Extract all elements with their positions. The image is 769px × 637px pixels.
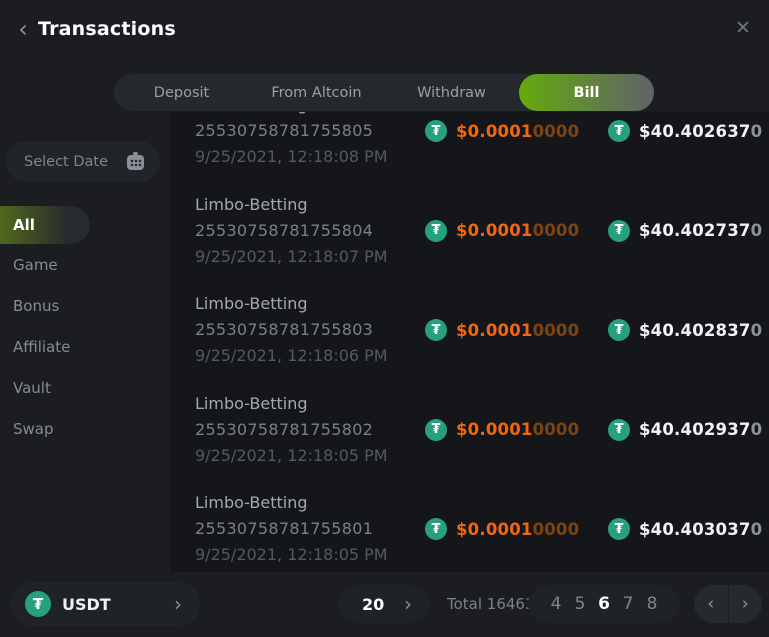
tab-from-altcoin[interactable]: From Altcoin <box>249 74 384 111</box>
sidebar-item-affiliate[interactable]: Affiliate <box>0 326 170 367</box>
page-size-value: 20 <box>362 595 384 614</box>
transaction-datetime: 9/25/2021, 12:18:07 PM <box>195 244 769 270</box>
amount-trailing-zeros: 0000 <box>533 122 580 141</box>
tether-icon: ₮ <box>608 120 630 142</box>
balance-trailing-zeros: 0 <box>751 122 763 141</box>
total-count-label: Total 16463 <box>447 585 535 623</box>
transaction-datetime: 9/25/2021, 12:18:06 PM <box>195 343 769 369</box>
transaction-row: Limbo-Betting 25530758781755803 9/25/202… <box>195 291 769 369</box>
transaction-type-tabs: Deposit From Altcoin Withdraw Bill <box>114 74 654 111</box>
chevron-right-icon: › <box>174 594 182 614</box>
amount-value: $0.0001 <box>456 122 533 141</box>
balance-trailing-zeros: 0 <box>751 520 763 539</box>
tether-icon: ₮ <box>25 591 51 617</box>
page-number-4[interactable]: 4 <box>544 594 568 614</box>
amount-trailing-zeros: 0000 <box>533 420 580 439</box>
balance-value: $40.402937 <box>639 420 751 439</box>
amount-cell: ₮ $0.00010000 <box>425 118 579 144</box>
game-title: Limbo-Betting <box>195 291 769 317</box>
balance-cell: ₮ $40.4028370 <box>608 317 762 343</box>
balance-value: $40.402737 <box>639 221 751 240</box>
balance-cell: ₮ $40.4027370 <box>608 218 762 244</box>
select-date-input[interactable]: Select Date <box>6 141 160 182</box>
currency-selector[interactable]: ₮ USDT › <box>10 582 200 626</box>
transaction-datetime: 9/25/2021, 12:18:05 PM <box>195 542 769 568</box>
amount-trailing-zeros: 0000 <box>533 321 580 340</box>
balance-trailing-zeros: 0 <box>751 221 763 240</box>
amount-value: $0.0001 <box>456 520 533 539</box>
tether-icon: ₮ <box>608 419 630 441</box>
game-title: Limbo-Betting <box>195 490 769 516</box>
calendar-icon <box>127 155 144 170</box>
page-number-7[interactable]: 7 <box>616 594 640 614</box>
amount-cell: ₮ $0.00010000 <box>425 516 579 542</box>
tether-icon: ₮ <box>425 419 447 441</box>
balance-trailing-zeros: 0 <box>751 420 763 439</box>
tether-icon: ₮ <box>425 319 447 341</box>
filter-sidebar: Select Date All Game Bonus Affiliate Vau… <box>0 112 170 572</box>
transaction-row: Limbo-Betting 25530758781755804 9/25/202… <box>195 192 769 270</box>
sidebar-item-swap[interactable]: Swap <box>0 408 170 449</box>
tether-icon: ₮ <box>425 120 447 142</box>
sidebar-item-vault[interactable]: Vault <box>0 367 170 408</box>
amount-trailing-zeros: 0000 <box>533 520 580 539</box>
page-number-8[interactable]: 8 <box>640 594 664 614</box>
amount-cell: ₮ $0.00010000 <box>425 218 579 244</box>
tether-icon: ₮ <box>608 518 630 540</box>
amount-value: $0.0001 <box>456 420 533 439</box>
amount-cell: ₮ $0.00010000 <box>425 317 579 343</box>
page-size-selector[interactable]: 20 › <box>338 585 430 623</box>
currency-label: USDT <box>62 595 111 614</box>
balance-value: $40.403037 <box>639 520 751 539</box>
tab-withdraw[interactable]: Withdraw <box>384 74 519 111</box>
page-title: Transactions <box>38 18 176 40</box>
balance-cell: ₮ $40.4029370 <box>608 417 762 443</box>
tether-icon: ₮ <box>425 518 447 540</box>
transactions-modal: ‹ Transactions ✕ Deposit From Altcoin Wi… <box>0 0 769 637</box>
close-icon[interactable]: ✕ <box>732 17 754 39</box>
amount-trailing-zeros: 0000 <box>533 221 580 240</box>
game-title: Limbo-Betting <box>195 391 769 417</box>
tether-icon: ₮ <box>608 319 630 341</box>
prev-page-button[interactable]: ‹ <box>694 585 729 623</box>
tether-icon: ₮ <box>608 220 630 242</box>
tab-bill[interactable]: Bill <box>519 74 654 111</box>
transaction-datetime: 9/25/2021, 12:18:05 PM <box>195 443 769 469</box>
balance-trailing-zeros: 0 <box>751 321 763 340</box>
transaction-list: Limbo-Betting 25530758781755805 9/25/202… <box>170 112 769 572</box>
balance-value: $40.402837 <box>639 321 751 340</box>
transaction-row: Limbo-Betting 25530758781755805 9/25/202… <box>195 112 769 170</box>
transaction-row: Limbo-Betting 25530758781755802 9/25/202… <box>195 391 769 469</box>
back-button[interactable]: ‹ <box>13 15 33 43</box>
transaction-row: Limbo-Betting 25530758781755801 9/25/202… <box>195 490 769 568</box>
amount-value: $0.0001 <box>456 321 533 340</box>
balance-cell: ₮ $40.4030370 <box>608 516 762 542</box>
pagination-nav: ‹ › <box>694 585 762 623</box>
next-page-button[interactable]: › <box>729 585 763 623</box>
sidebar-item-bonus[interactable]: Bonus <box>0 285 170 326</box>
game-title: Limbo-Betting <box>195 192 769 218</box>
page-number-5[interactable]: 5 <box>568 594 592 614</box>
chevron-right-icon: › <box>404 594 412 614</box>
sidebar-item-all[interactable]: All <box>0 206 90 244</box>
amount-cell: ₮ $0.00010000 <box>425 417 579 443</box>
sidebar-item-game[interactable]: Game <box>0 244 170 285</box>
pagination: 4 5 6 7 8 <box>528 585 680 623</box>
tab-deposit[interactable]: Deposit <box>114 74 249 111</box>
page-number-6-active[interactable]: 6 <box>592 594 616 614</box>
transaction-datetime: 9/25/2021, 12:18:08 PM <box>195 144 769 170</box>
balance-cell: ₮ $40.4026370 <box>608 118 762 144</box>
select-date-placeholder: Select Date <box>24 154 108 170</box>
footer-bar: ₮ USDT › 20 › Total 16463 4 5 6 7 8 ‹ › <box>0 572 769 637</box>
filter-list: Game Bonus Affiliate Vault Swap <box>0 244 170 449</box>
amount-value: $0.0001 <box>456 221 533 240</box>
balance-value: $40.402637 <box>639 122 751 141</box>
tether-icon: ₮ <box>425 220 447 242</box>
